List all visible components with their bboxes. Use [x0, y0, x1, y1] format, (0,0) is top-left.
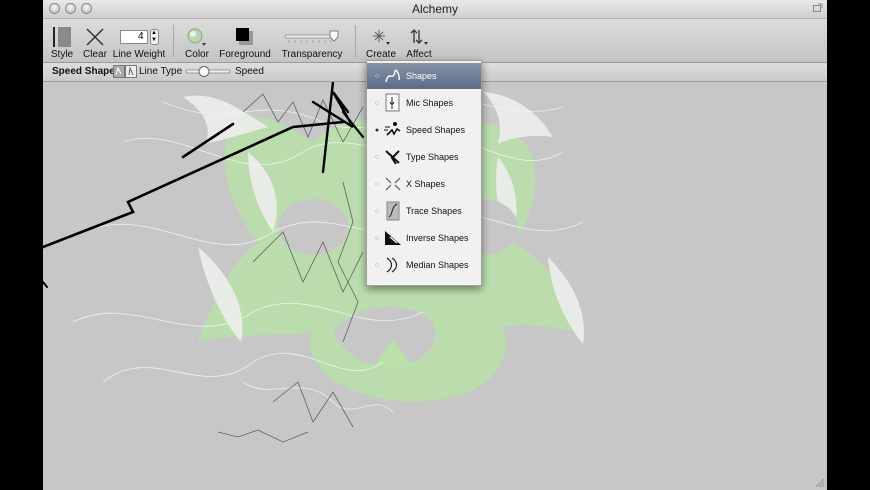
menu-item-inverse-shapes[interactable]: ○ Inverse Shapes — [367, 225, 481, 251]
affect-icon — [408, 25, 430, 49]
transparency-slider[interactable] — [283, 25, 341, 49]
toolbar-separator — [173, 25, 174, 57]
menu-item-label: Median Shapes — [406, 260, 469, 270]
shapes-icon — [382, 65, 404, 87]
color-button[interactable]: Color — [183, 21, 211, 61]
resize-grip-icon[interactable] — [815, 478, 825, 488]
speed-label: Speed — [235, 66, 264, 77]
line-type-toggle[interactable] — [113, 65, 137, 81]
transparency-label: Transparency — [281, 49, 343, 60]
window-title: Alchemy — [411, 2, 458, 16]
menu-item-indicator: ○ — [374, 72, 380, 80]
style-button[interactable]: Style — [49, 21, 75, 61]
mic-shapes-icon — [382, 92, 404, 114]
menu-item-label: Inverse Shapes — [406, 233, 469, 243]
style-icon — [52, 25, 72, 49]
create-dropdown-menu: ○ Shapes ○ Mic Shapes ● Speed Shapes ○ T… — [366, 60, 482, 286]
menu-item-x-shapes[interactable]: ○ X Shapes — [367, 171, 481, 197]
transparency-control: Transparency — [281, 21, 343, 61]
menu-item-label: Trace Shapes — [406, 206, 462, 216]
color-icon — [186, 25, 208, 49]
affect-button[interactable]: Affect — [403, 21, 435, 61]
toolbar-toggle-icon[interactable] — [813, 3, 823, 13]
menu-item-mic-shapes[interactable]: ○ Mic Shapes — [367, 90, 481, 116]
median-shapes-icon — [382, 254, 404, 276]
type-shapes-icon — [382, 146, 404, 168]
speed-slider[interactable] — [185, 65, 231, 81]
inverse-shapes-icon — [382, 227, 404, 249]
color-label: Color — [185, 49, 209, 60]
foreground-button[interactable]: Foreground — [219, 21, 271, 61]
menu-item-label: X Shapes — [406, 179, 446, 189]
menu-item-type-shapes[interactable]: ○ Type Shapes — [367, 144, 481, 170]
menu-item-indicator: ○ — [374, 153, 380, 161]
menu-item-trace-shapes[interactable]: ○ Trace Shapes — [367, 198, 481, 224]
menu-item-indicator: ○ — [374, 207, 380, 215]
clear-label: Clear — [83, 49, 107, 60]
menu-item-label: Speed Shapes — [406, 125, 466, 135]
toolbar: Style Clear 4 ▲ ▼ Line Weight Color Fore… — [43, 19, 827, 63]
menu-item-label: Type Shapes — [406, 152, 459, 162]
options-title: Speed Shapes — [52, 66, 121, 77]
toolbar-separator — [355, 25, 356, 57]
line-weight-input[interactable]: 4 — [119, 30, 148, 44]
trace-shapes-icon — [382, 200, 404, 222]
title-bar: Alchemy — [43, 0, 827, 19]
menu-item-label: Mic Shapes — [406, 98, 454, 108]
foreground-label: Foreground — [219, 49, 271, 60]
menu-item-indicator: ○ — [374, 261, 380, 269]
menu-item-indicator: ● — [374, 126, 380, 134]
menu-item-indicator: ○ — [374, 180, 380, 188]
clear-button[interactable]: Clear — [82, 21, 108, 61]
style-label: Style — [50, 49, 74, 60]
line-type-label: Line Type — [139, 66, 183, 77]
menu-item-speed-shapes[interactable]: ● Speed Shapes — [367, 117, 481, 143]
create-icon — [370, 25, 392, 49]
menu-item-indicator: ○ — [374, 234, 380, 242]
line-weight-control: 4 ▲ ▼ Line Weight — [113, 21, 165, 61]
speed-shapes-icon — [382, 119, 404, 141]
line-weight-label: Line Weight — [112, 49, 166, 60]
x-shapes-icon — [382, 173, 404, 195]
create-button[interactable]: Create — [365, 21, 397, 61]
menu-item-indicator: ○ — [374, 99, 380, 107]
menu-item-shapes[interactable]: ○ Shapes — [367, 63, 481, 89]
foreground-icon — [235, 25, 255, 49]
clear-icon — [85, 25, 105, 49]
menu-item-median-shapes[interactable]: ○ Median Shapes — [367, 252, 481, 278]
menu-item-label: Shapes — [406, 71, 437, 81]
line-weight-stepper[interactable]: ▲ ▼ — [149, 29, 159, 45]
